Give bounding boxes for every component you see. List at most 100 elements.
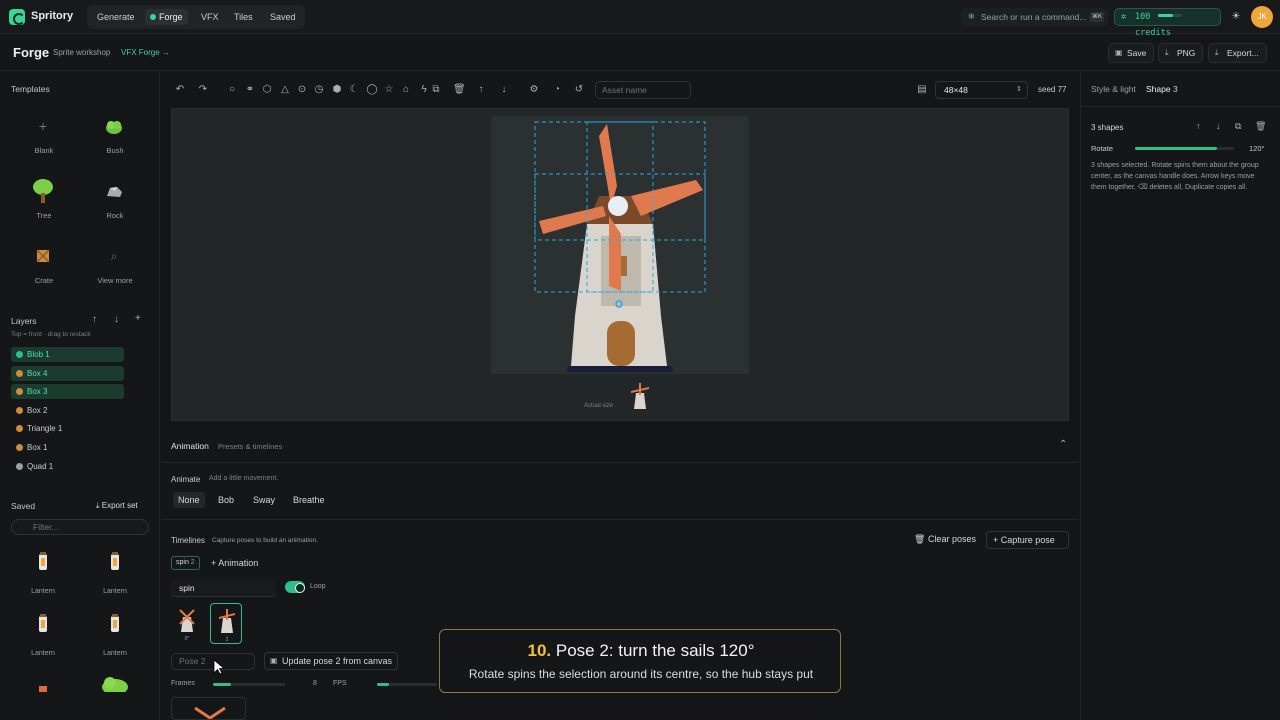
nav-generate[interactable]: Generate (92, 9, 140, 25)
hexagon-tool-icon[interactable]: ⬢ (331, 84, 343, 96)
tab-shape[interactable]: Shape 3 (1146, 84, 1178, 94)
cube-tool-icon[interactable]: ⬡ (261, 84, 273, 96)
loop-toggle[interactable] (285, 581, 305, 593)
trash-icon[interactable]: 🗑 (1255, 121, 1266, 132)
nav-tiles[interactable]: Tiles (229, 9, 258, 25)
redo-icon[interactable]: ↷ (197, 84, 209, 96)
saved-title: Saved (11, 501, 36, 511)
avatar[interactable]: JK (1251, 6, 1273, 28)
layer-color-dot (16, 388, 23, 396)
saved-item[interactable]: Lantern (11, 608, 75, 666)
theme-toggle-icon[interactable]: ☀ (1230, 11, 1242, 23)
rotate-value: 120° (1249, 144, 1265, 153)
moon-tool-icon[interactable]: ☾ (348, 84, 360, 96)
layer-item[interactable]: Box 4 (11, 365, 124, 381)
bush-icon (106, 121, 122, 134)
move-down-icon[interactable]: ↓ (114, 314, 119, 325)
move-down-icon[interactable]: ↓ (1216, 121, 1221, 131)
bolt-tool-icon[interactable]: ϟ (418, 84, 430, 96)
template-view-more[interactable]: ⌕ View more (80, 240, 150, 300)
nav-vfx[interactable]: VFX (196, 9, 224, 25)
loop-label: Loop (310, 583, 326, 590)
duplicate-icon[interactable]: ⧉ (1235, 121, 1241, 132)
layer-item[interactable]: Quad 1 (11, 459, 124, 474)
pose-frame[interactable]: 0° (171, 603, 203, 644)
layer-item[interactable]: Box 3 (11, 384, 124, 400)
add-layer-icon[interactable]: + (135, 313, 141, 324)
credits-badge[interactable]: ✲ 100 credits (1114, 8, 1221, 38)
clock-tool-icon[interactable]: ◷ (313, 84, 325, 96)
command-search[interactable]: ✻ Search or run a command... ⌘K (961, 8, 1108, 26)
star-tool-icon[interactable]: ☆ (383, 84, 395, 96)
layers-title: Layers (11, 316, 37, 326)
preset-bob[interactable]: Bob (213, 492, 239, 508)
trash-icon[interactable]: 🗑 (453, 84, 466, 96)
clear-poses-button[interactable]: 🗑 Clear poses (914, 534, 976, 545)
windmill-sprite[interactable] (491, 116, 749, 374)
nav-forge[interactable]: Forge (145, 9, 188, 25)
preset-sway[interactable]: Sway (248, 492, 280, 508)
timeline-tag-spin[interactable]: spin 2 (171, 556, 200, 570)
history-icon[interactable]: ◔ (551, 84, 563, 96)
export-set-button[interactable]: ⤓ Export set (96, 501, 138, 511)
bring-forward-icon[interactable]: ↑ (475, 84, 487, 96)
copy-icon[interactable]: ⧉ (430, 84, 442, 96)
saved-item-thumb-partial[interactable] (100, 675, 130, 692)
top-bar: Spritory Generate Forge VFX Tiles Saved … (0, 0, 1280, 38)
template-bush[interactable]: Bush (80, 110, 150, 170)
canvas-size-select[interactable]: 48×48 ⇕ (935, 81, 1028, 99)
animation-name-input[interactable]: spin (171, 579, 276, 597)
triangle-tool-icon[interactable]: △ (279, 84, 291, 96)
frames-slider[interactable] (213, 683, 285, 686)
layer-item[interactable]: Box 2 (11, 403, 124, 418)
layer-color-dot (16, 462, 23, 470)
layer-item[interactable]: Box 1 (11, 440, 124, 455)
template-tree[interactable]: Tree (9, 175, 79, 235)
asset-name-input[interactable]: Asset name (595, 81, 691, 99)
template-rock[interactable]: Rock (80, 175, 150, 235)
saved-item[interactable]: Lantern (83, 608, 147, 666)
update-pose-button[interactable]: ▣ Update pose 2 from canvas (264, 652, 399, 670)
layer-item[interactable]: Blob 1 (11, 347, 124, 362)
animation-header[interactable]: Animation Presets & timelines ⌃ (161, 430, 1079, 463)
circle-tool-icon[interactable]: ○ (226, 84, 238, 96)
collapse-chevron-icon[interactable]: ⌃ (1059, 439, 1067, 450)
target-tool-icon[interactable]: ⊙ (296, 84, 308, 96)
preset-breathe[interactable]: Breathe (288, 492, 330, 508)
link-tool-icon[interactable]: ⚭ (244, 84, 256, 96)
actual-size-preview (631, 383, 649, 409)
send-backward-icon[interactable]: ↓ (498, 84, 510, 96)
bell-tool-icon[interactable]: ⌂ (400, 84, 412, 96)
vfx-forge-link[interactable]: VFX Forge → (121, 48, 170, 57)
saved-filter-input[interactable]: Filter... (11, 519, 149, 535)
preset-none[interactable]: None (173, 492, 205, 508)
move-up-icon[interactable]: ↑ (1196, 121, 1201, 131)
rotate-slider-fill (1135, 147, 1217, 150)
rotate-slider[interactable] (1135, 147, 1234, 150)
template-blank[interactable]: + Blank (9, 110, 79, 170)
grid-toggle-icon[interactable]: ▤ (916, 84, 928, 96)
move-up-icon[interactable]: ↑ (92, 314, 97, 325)
nav-saved[interactable]: Saved (265, 9, 301, 25)
layer-label: Box 1 (27, 443, 48, 452)
fps-slider[interactable] (377, 683, 437, 686)
saved-item-thumb-partial[interactable] (36, 684, 52, 692)
layer-item[interactable]: Triangle 1 (11, 421, 124, 436)
capture-pose-button[interactable]: + Capture pose (986, 531, 1069, 549)
save-button[interactable]: ▣ Save (1108, 43, 1155, 63)
png-button[interactable]: ⤓ PNG (1158, 43, 1204, 63)
layer-label: Box 4 (27, 368, 48, 378)
download-icon: ⤓ (1165, 48, 1169, 57)
undo-icon[interactable]: ↶ (174, 84, 186, 96)
template-crate[interactable]: Crate (9, 240, 79, 300)
saved-item[interactable]: Lantern (11, 546, 75, 604)
export-button[interactable]: ⤓ Export... (1208, 43, 1267, 63)
tab-style-light[interactable]: Style & light (1091, 84, 1136, 94)
add-animation-button[interactable]: + Animation (211, 558, 258, 568)
reset-icon[interactable]: ↺ (573, 84, 585, 96)
fps-label: FPS (333, 680, 347, 687)
pose-frame-selected[interactable]: 2 (210, 603, 242, 644)
ring-tool-icon[interactable]: ◯ (366, 84, 378, 96)
saved-item[interactable]: Lantern (83, 546, 147, 604)
palette-icon[interactable]: ⚙ (528, 84, 540, 96)
